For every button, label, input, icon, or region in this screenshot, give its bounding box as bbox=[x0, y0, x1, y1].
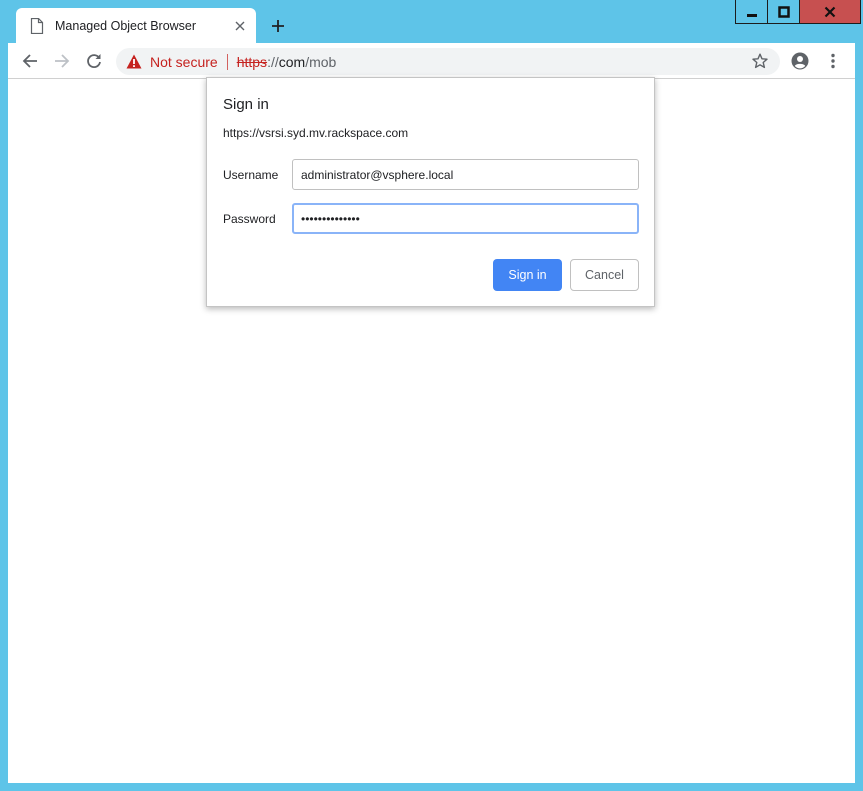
not-secure-label[interactable]: Not secure bbox=[150, 54, 218, 70]
password-value: •••••••••••••• bbox=[301, 211, 360, 226]
warning-triangle-icon bbox=[126, 54, 142, 69]
url-scheme: https bbox=[236, 53, 268, 70]
tab-title: Managed Object Browser bbox=[55, 18, 197, 33]
menu-button[interactable] bbox=[821, 49, 845, 73]
username-value: administrator@vsphere.local bbox=[301, 167, 454, 182]
new-tab-button[interactable] bbox=[266, 14, 290, 38]
star-icon bbox=[752, 53, 768, 69]
sign-in-dialog: Sign in https://vsrsi.syd.mv.rackspace.c… bbox=[206, 77, 655, 307]
forward-button[interactable] bbox=[50, 49, 74, 73]
username-field[interactable]: administrator@vsphere.local bbox=[292, 159, 639, 190]
close-icon bbox=[235, 21, 245, 30]
maximize-icon bbox=[777, 5, 790, 18]
minimize-icon bbox=[746, 13, 757, 17]
reload-icon bbox=[87, 54, 101, 68]
account-circle-icon bbox=[791, 52, 809, 70]
dialog-title: Sign in bbox=[223, 96, 269, 113]
back-button[interactable] bbox=[18, 49, 42, 73]
username-label: Username bbox=[223, 168, 279, 182]
close-icon bbox=[824, 6, 836, 17]
close-window-button[interactable] bbox=[799, 0, 861, 24]
url-path: /mob bbox=[305, 53, 337, 70]
tab-close-button[interactable] bbox=[228, 14, 252, 38]
browser-tab[interactable]: Managed Object Browser bbox=[16, 8, 256, 43]
url-host: com bbox=[278, 53, 306, 70]
maximize-button[interactable] bbox=[767, 0, 800, 24]
bookmark-button[interactable] bbox=[748, 49, 772, 73]
profile-button[interactable] bbox=[788, 49, 812, 73]
url-separator: :// bbox=[267, 53, 279, 70]
url-text[interactable]: https://com/mob bbox=[237, 54, 337, 70]
arrow-right-icon bbox=[55, 54, 70, 68]
browser-window: Managed Object Browser Not secure https:… bbox=[0, 0, 863, 791]
cancel-button[interactable]: Cancel bbox=[570, 259, 639, 291]
password-label: Password bbox=[223, 212, 276, 226]
password-field[interactable]: •••••••••••••• bbox=[292, 203, 639, 234]
dialog-origin: https://vsrsi.syd.mv.rackspace.com bbox=[223, 126, 409, 140]
plus-icon bbox=[272, 20, 284, 32]
document-icon bbox=[30, 17, 44, 34]
reload-button[interactable] bbox=[82, 49, 106, 73]
toolbar: Not secure https://com/mob bbox=[8, 43, 855, 79]
arrow-left-icon bbox=[22, 54, 37, 68]
three-dots-icon bbox=[831, 53, 835, 69]
address-bar[interactable]: Not secure https://com/mob bbox=[116, 48, 780, 75]
minimize-button[interactable] bbox=[735, 0, 768, 24]
security-divider bbox=[226, 53, 228, 70]
window-controls bbox=[735, 0, 861, 25]
sign-in-button[interactable]: Sign in bbox=[493, 259, 562, 291]
